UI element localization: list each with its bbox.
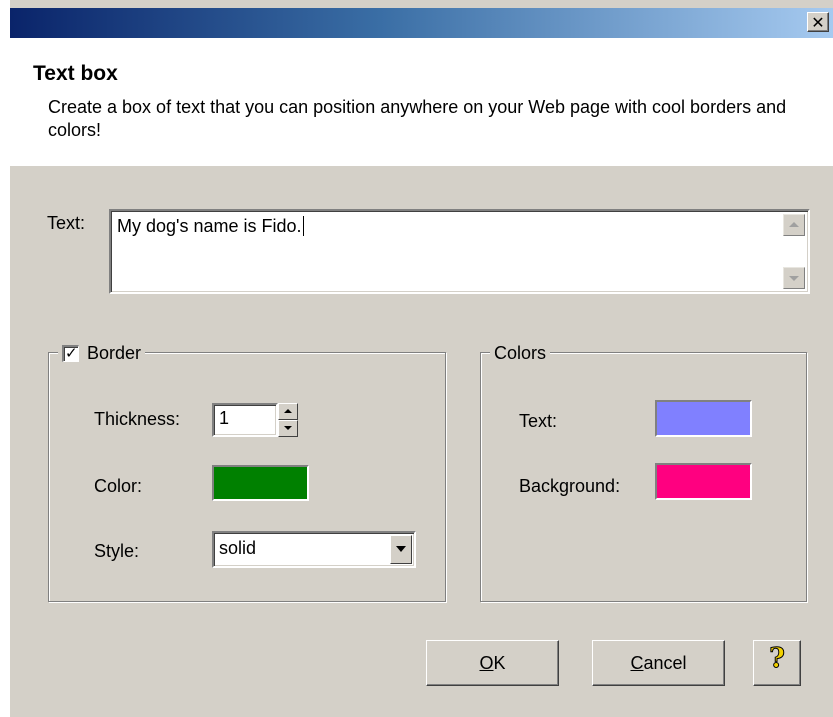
cancel-button-mnemonic: C <box>630 653 644 673</box>
text-caret <box>302 216 304 236</box>
text-box-dialog: ✕ Text box Create a box of text that you… <box>10 0 833 717</box>
dialog-description: Create a box of text that you can positi… <box>48 97 787 140</box>
text-color-label: Text: <box>519 411 558 431</box>
spin-up-arrow-icon <box>284 409 292 413</box>
dropdown-arrow-icon <box>396 546 406 552</box>
close-icon: ✕ <box>811 13 825 32</box>
style-select-value: solid <box>219 538 257 558</box>
thickness-label: Thickness: <box>94 409 181 429</box>
thickness-input[interactable]: 1 <box>212 403 278 437</box>
text-field-label: Text: <box>47 213 86 233</box>
help-question-icon: ? <box>769 643 786 675</box>
border-checkbox[interactable]: ✓ <box>62 343 79 362</box>
close-button[interactable]: ✕ <box>807 12 829 32</box>
style-label: Style: <box>94 541 140 561</box>
style-select[interactable]: solid <box>212 531 416 568</box>
text-scrollbar[interactable] <box>783 214 805 289</box>
cancel-button-label: ancel <box>643 653 687 673</box>
text-input-value: My dog's name is Fido. <box>117 216 304 236</box>
scroll-up-button[interactable] <box>783 214 805 236</box>
style-dropdown-button[interactable] <box>390 535 412 564</box>
help-button[interactable]: ? <box>753 640 801 686</box>
cancel-button[interactable]: Cancel <box>592 640 725 686</box>
border-checkbox-label: Border <box>87 342 142 363</box>
scroll-up-arrow-icon <box>789 222 799 227</box>
title-bar[interactable]: ✕ <box>10 8 833 38</box>
background-color-label: Background: <box>519 476 621 496</box>
header-panel: Text box Create a box of text that you c… <box>10 38 833 166</box>
border-group-legend[interactable]: ✓ Border <box>58 341 146 365</box>
dialog-heading: Text box <box>33 62 118 85</box>
thickness-spin-up[interactable] <box>278 403 298 420</box>
thickness-spinner <box>278 403 298 437</box>
border-color-label: Color: <box>94 476 143 496</box>
thickness-spin-down[interactable] <box>278 420 298 437</box>
spin-down-arrow-icon <box>284 426 292 430</box>
thickness-value: 1 <box>219 408 230 428</box>
border-color-swatch[interactable] <box>212 465 309 501</box>
text-color-swatch[interactable] <box>655 400 752 437</box>
checkmark-icon: ✓ <box>65 343 78 362</box>
ok-button[interactable]: OK <box>426 640 559 686</box>
ok-button-label: K <box>493 653 506 673</box>
colors-group-legend: Colors <box>490 341 551 365</box>
scroll-down-button[interactable] <box>783 267 805 289</box>
colors-group-label: Colors <box>494 342 547 363</box>
scroll-down-arrow-icon <box>789 276 799 281</box>
ok-button-mnemonic: O <box>479 653 494 673</box>
text-input[interactable]: My dog's name is Fido. <box>109 209 810 294</box>
background-color-swatch[interactable] <box>655 463 752 500</box>
